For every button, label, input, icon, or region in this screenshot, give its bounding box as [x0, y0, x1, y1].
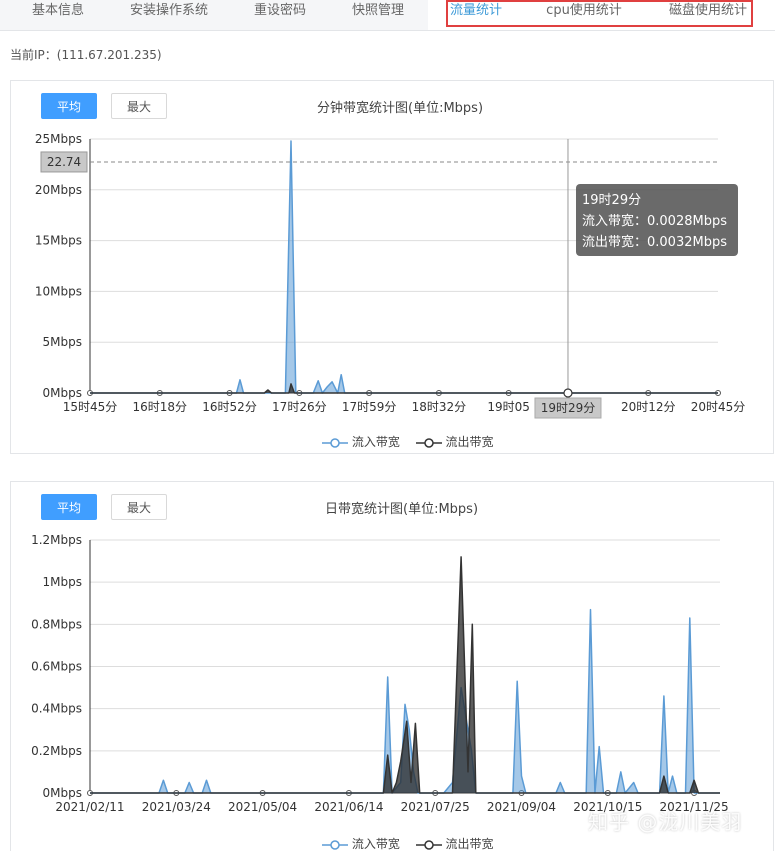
tooltip-out: 流出带宽：0.0032Mbps — [582, 235, 727, 250]
legend-in-icon — [322, 437, 348, 448]
x-tick-label: 20时12分 — [621, 400, 676, 414]
y-tick-label: 0.2Mbps — [31, 744, 82, 758]
tab-reset-password[interactable]: 重设密码 — [240, 0, 320, 26]
crosshair-label: 19时29分 — [541, 401, 596, 415]
series-line — [90, 140, 718, 394]
series-area — [90, 556, 720, 793]
daily-legend: 流入带宽 流出带宽 — [322, 835, 506, 852]
chart-title: 日带宽统计图(单位:Mbps) — [325, 502, 479, 517]
y-tick-label: 15Mbps — [35, 234, 82, 248]
tab-basic-info[interactable]: 基本信息 — [14, 0, 102, 26]
legend-out-label: 流出带宽 — [445, 837, 494, 851]
tooltip-in: 流入带宽：0.0028Mbps — [582, 214, 727, 229]
chart-title: 分钟带宽统计图(单位:Mbps) — [317, 101, 484, 116]
x-tick-label: 2021/07/25 — [401, 800, 470, 814]
chart-tooltip: 19时29分 流入带宽：0.0028Mbps 流出带宽：0.0032Mbps — [576, 184, 738, 256]
legend-in[interactable]: 流入带宽 — [322, 433, 400, 450]
x-tick-label: 17时59分 — [342, 400, 397, 414]
legend-out[interactable]: 流出带宽 — [415, 433, 494, 450]
legend-in-icon — [322, 839, 348, 850]
x-tick-label: 15时45分 — [63, 400, 118, 414]
legend-out-icon — [415, 437, 442, 448]
series-line — [90, 383, 718, 394]
legend-in[interactable]: 流入带宽 — [322, 835, 400, 852]
legend-out-icon — [415, 839, 442, 850]
x-tick-label: 20时45分 — [691, 400, 746, 414]
x-tick-label: 2021/06/14 — [314, 800, 383, 814]
tooltip-time: 19时29分 — [582, 193, 642, 208]
series-area — [90, 141, 718, 393]
x-tick-label: 16时52分 — [202, 400, 257, 414]
y-tick-label: 0.8Mbps — [31, 617, 82, 631]
average-button[interactable]: 平均 — [41, 93, 97, 119]
max-button[interactable]: 最大 — [111, 93, 167, 119]
x-tick-label: 2021/05/04 — [228, 800, 297, 814]
series-area — [90, 383, 718, 393]
current-ip: 当前IP：(111.67.201.235) — [10, 48, 162, 62]
y-tick-label: 0Mbps — [43, 786, 82, 800]
watermark: 知乎 @泷川美羽 — [588, 810, 743, 834]
minute-bandwidth-chart: 0Mbps 5Mbps 10Mbps 15Mbps 20Mbps 25Mbps 15时45分… — [35, 132, 746, 419]
tab-cpu-stats[interactable]: cpu使用统计 — [530, 0, 638, 26]
minute-legend: 流入带宽 流出带宽 — [322, 433, 506, 450]
x-tick-label: 19时05 — [487, 400, 530, 414]
y-tick-label: 5Mbps — [43, 335, 82, 349]
legend-out-label: 流出带宽 — [445, 435, 494, 449]
tab-bar: 基本信息 安装操作系统 重设密码 快照管理 流量统计 cpu使用统计 磁盘使用统… — [0, 0, 775, 31]
y-tick-label: 0Mbps — [43, 386, 82, 400]
legend-in-label: 流入带宽 — [351, 837, 400, 851]
tab-disk-stats[interactable]: 磁盘使用统计 — [656, 0, 760, 26]
daily-bandwidth-chart: 0Mbps 0.2Mbps 0.4Mbps 0.6Mbps 0.8Mbps 1Mbps 1.… — [31, 533, 729, 814]
max-button[interactable]: 最大 — [111, 494, 167, 520]
y-tick-label: 1.2Mbps — [31, 533, 82, 547]
y-tick-label: 0.4Mbps — [31, 702, 82, 716]
tab-snapshot[interactable]: 快照管理 — [336, 0, 420, 26]
average-button[interactable]: 平均 — [41, 494, 97, 520]
crosshair-point — [563, 388, 573, 398]
y-tick-label: 20Mbps — [35, 183, 82, 197]
y-tick-label: 25Mbps — [35, 132, 82, 146]
x-tick-label: 16时18分 — [133, 400, 188, 414]
x-tick-label: 18时32分 — [412, 400, 467, 414]
x-tick-label: 2021/09/04 — [487, 800, 556, 814]
tab-install-os[interactable]: 安装操作系统 — [113, 0, 225, 26]
y-tick-label: 0.6Mbps — [31, 660, 82, 674]
y-tick-label: 10Mbps — [35, 284, 82, 298]
tab-traffic-stats[interactable]: 流量统计 — [440, 0, 512, 26]
legend-in-label: 流入带宽 — [351, 435, 400, 449]
x-tick-label: 17时26分 — [272, 400, 327, 414]
marker-label: 22.74 — [47, 155, 81, 169]
x-tick-label: 2021/03/24 — [142, 800, 211, 814]
x-tick-label: 2021/02/11 — [55, 800, 124, 814]
legend-out[interactable]: 流出带宽 — [415, 835, 494, 852]
y-tick-label: 1Mbps — [43, 575, 82, 589]
